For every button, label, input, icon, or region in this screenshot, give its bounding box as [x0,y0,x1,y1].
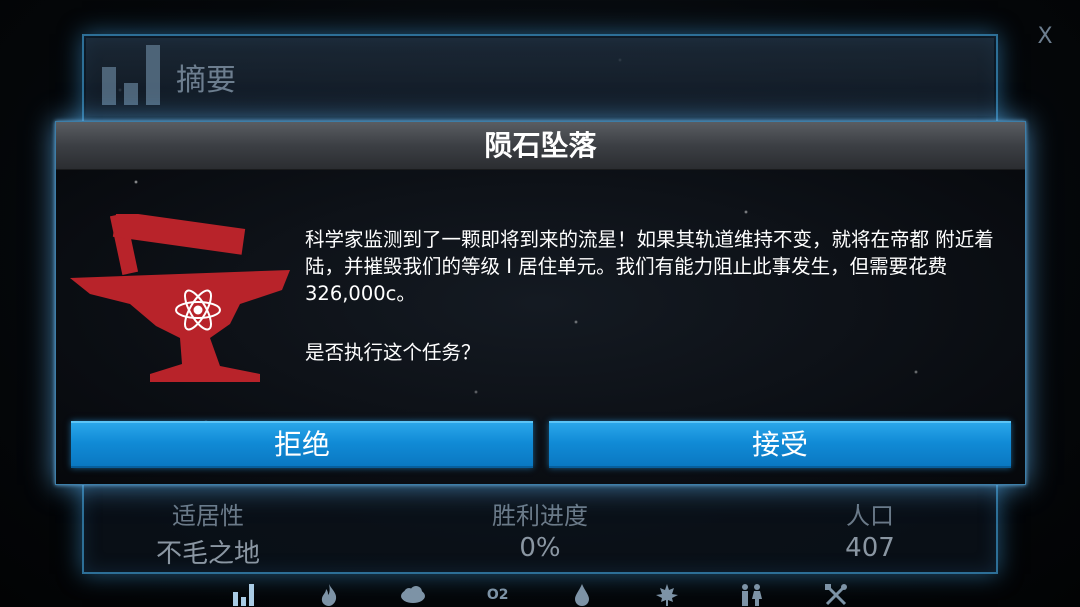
bar-chart-icon [102,45,160,105]
tab-atmosphere[interactable] [399,582,427,607]
stat-population: 人口 407 [770,496,970,563]
tab-population[interactable] [737,582,765,607]
cloud-icon [401,585,426,603]
event-dialog: 陨石坠落 科学家监测到了一颗即将到来的流星！如果其轨道维持不变，就将在帝都 附近… [55,121,1026,485]
stat-value: 不毛之地 [155,539,260,569]
stat-habitability: 适居性 不毛之地 [108,496,308,570]
tab-summary[interactable] [230,582,258,607]
event-description: 科学家监测到了一颗即将到来的流星！如果其轨道维持不变，就将在帝都 附近着陆，并摧… [305,228,994,305]
bar-chart-icon [233,583,254,606]
tab-biomass[interactable] [653,582,681,607]
accept-button[interactable]: 接受 [549,421,1011,468]
dialog-title: 陨石坠落 [484,129,597,162]
water-drop-icon [575,583,590,606]
tools-icon [824,583,847,605]
stat-label: 适居性 [172,502,244,530]
tab-temperature[interactable] [315,582,343,607]
stat-value: 407 [845,533,895,563]
people-icon [742,583,763,606]
event-question: 是否执行这个任务？ [305,341,481,364]
tab-oxygen[interactable]: O2 [484,582,512,607]
tab-buildings[interactable] [822,582,850,607]
close-button[interactable]: X [1032,24,1058,50]
maple-leaf-icon [655,583,678,606]
stat-value: 0% [519,533,561,563]
decline-button[interactable]: 拒绝 [71,421,533,468]
stat-label: 胜利进度 [492,502,588,530]
tab-water[interactable] [568,582,596,607]
summary-title: 摘要 [176,63,236,98]
stat-victory-progress: 胜利进度 0% [440,496,640,563]
anvil-atom-icon [70,214,290,382]
fire-icon [321,583,336,606]
bottom-tab-bar: O2 [230,582,850,607]
oxygen-icon: O2 [486,586,509,603]
stat-label: 人口 [846,502,894,530]
